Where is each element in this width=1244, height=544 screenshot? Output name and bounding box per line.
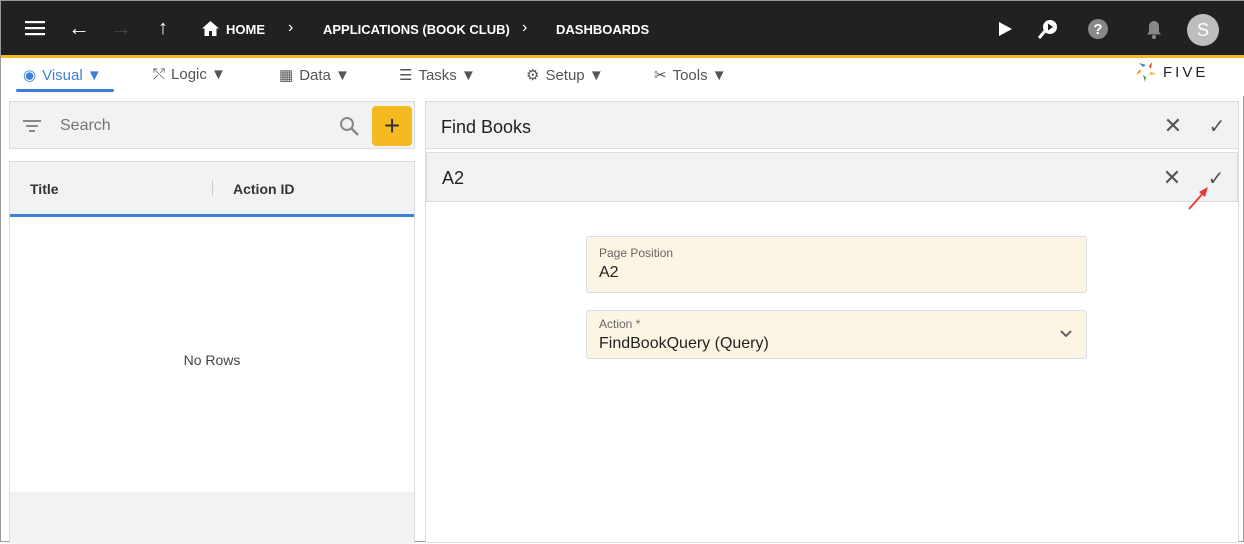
bell-icon[interactable] (1145, 19, 1163, 39)
table-icon: ▦ (279, 67, 294, 84)
chevron-right-icon: › (288, 19, 294, 36)
avatar[interactable]: S (1187, 14, 1219, 46)
search-icon[interactable] (338, 115, 360, 137)
gear-icon: ⚙ (526, 67, 540, 84)
form-header: Find Books ✕ ✓ (425, 101, 1239, 149)
menu-logic[interactable]: ⤲ Logic ▼ (153, 66, 226, 83)
form-title: Find Books (441, 117, 532, 137)
check-icon[interactable]: ✓ (1206, 115, 1228, 138)
up-icon[interactable]: ↑ (153, 17, 173, 39)
logic-icon: ⤲ (153, 66, 166, 83)
close-icon[interactable]: ✕ (1162, 113, 1184, 138)
five-logo: FIVE (1135, 61, 1208, 83)
help-icon[interactable]: ? (1088, 19, 1108, 39)
column-action-id[interactable]: Action ID (233, 181, 294, 197)
top-bar: ← → ↑ HOME › APPLICATIONS (BOOK CLUB) › … (1, 1, 1244, 55)
annotation-arrow (1188, 187, 1208, 210)
no-rows-message: No Rows (183, 352, 241, 368)
grid-header: Title Action ID (10, 162, 414, 217)
chevron-down-icon (1060, 330, 1072, 338)
page-position-field[interactable]: Page Position A2 (586, 236, 1087, 293)
home-icon (201, 20, 219, 36)
menu-data[interactable]: ▦ Data ▼ (279, 66, 350, 85)
forward-icon[interactable]: → (110, 15, 132, 40)
subform-title: A2 (442, 168, 465, 188)
data-grid: Title Action ID No Rows (9, 161, 415, 544)
menu-icon[interactable] (25, 18, 45, 38)
menu-setup[interactable]: ⚙ Setup ▼ (526, 66, 604, 85)
search-bar: + (9, 101, 415, 149)
subform-header: A2 ✕ ✓ (426, 152, 1238, 202)
search-play-icon[interactable] (1037, 18, 1059, 40)
eye-icon: ◉ (23, 67, 37, 84)
chevron-right-icon: › (522, 19, 528, 36)
search-input[interactable] (60, 114, 330, 138)
add-button[interactable]: + (372, 106, 412, 146)
action-select[interactable]: Action * FindBookQuery (Query) (586, 310, 1087, 359)
breadcrumb-home[interactable]: HOME (226, 22, 265, 37)
column-divider (212, 180, 213, 196)
menu-tools[interactable]: ✂ Tools ▼ (654, 66, 727, 85)
tools-icon: ✂ (654, 67, 667, 84)
menu-visual[interactable]: ◉ Visual ▼ (23, 66, 102, 85)
grid-footer (10, 492, 414, 544)
menu-bar: ◉ Visual ▼ ⤲ Logic ▼ ▦ Data ▼ ☰ Tasks ▼ ⚙ Set… (1, 58, 1244, 96)
back-icon[interactable]: ← (68, 15, 90, 40)
filter-icon[interactable] (22, 116, 42, 136)
breadcrumb-applications[interactable]: APPLICATIONS (BOOK CLUB) (323, 22, 510, 37)
menu-tasks[interactable]: ☰ Tasks ▼ (399, 66, 476, 85)
checklist-icon: ☰ (399, 67, 413, 84)
play-icon[interactable] (997, 21, 1013, 37)
column-title[interactable]: Title (30, 181, 59, 197)
active-tab-underline (16, 89, 114, 92)
close-icon[interactable]: ✕ (1161, 165, 1183, 190)
breadcrumb-dashboards[interactable]: DASHBOARDS (556, 22, 649, 37)
